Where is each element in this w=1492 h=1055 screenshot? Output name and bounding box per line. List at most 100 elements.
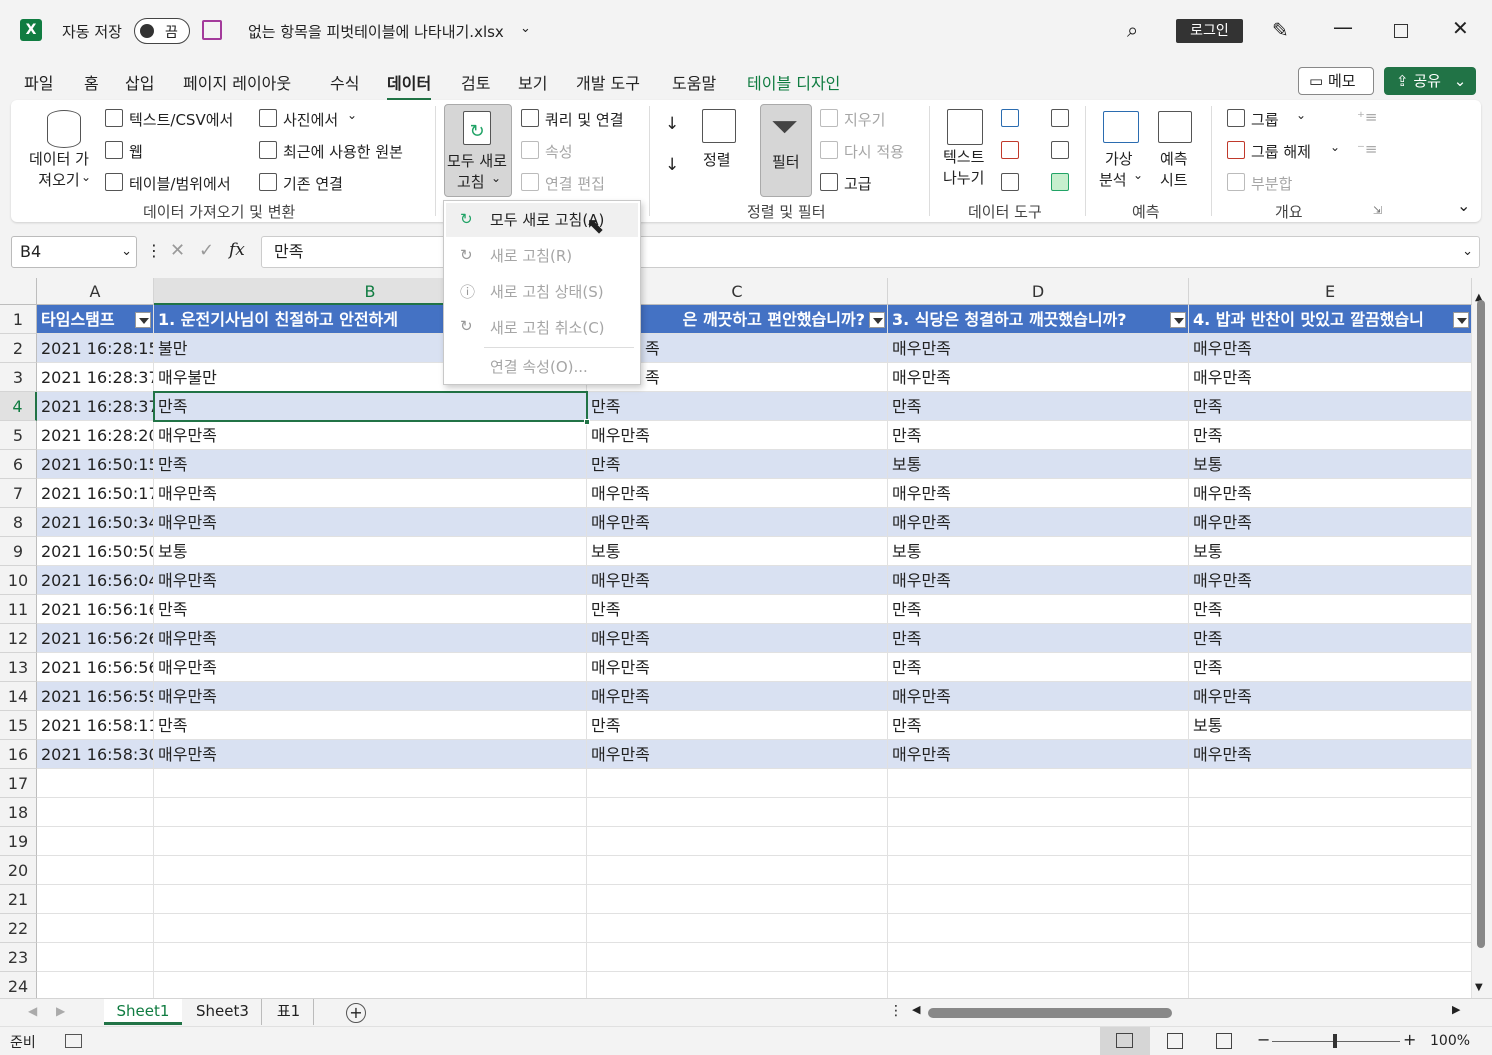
edit-links-button[interactable]: 연결 편집: [545, 173, 605, 194]
empty-cell[interactable]: [1189, 885, 1472, 914]
filter-dropdown-icon[interactable]: [1170, 312, 1186, 328]
table-cell[interactable]: 만족: [587, 450, 888, 479]
empty-cell[interactable]: [154, 943, 587, 972]
advanced-filter-button[interactable]: 고급: [844, 173, 872, 194]
empty-cell[interactable]: [1189, 827, 1472, 856]
empty-cell[interactable]: [587, 972, 888, 998]
empty-cell[interactable]: [888, 914, 1189, 943]
table-cell[interactable]: 매우만족: [587, 653, 888, 682]
empty-cell[interactable]: [587, 943, 888, 972]
autosave-toggle[interactable]: 끔: [134, 18, 190, 44]
table-cell[interactable]: 만족: [154, 450, 587, 479]
table-cell[interactable]: 매우만족: [154, 566, 587, 595]
table-cell[interactable]: 만족: [154, 711, 587, 740]
row-header[interactable]: 8: [0, 508, 37, 537]
table-header-cell[interactable]: 타임스탬프: [37, 305, 154, 334]
enter-icon[interactable]: ✓: [199, 240, 214, 261]
page-break-view-icon[interactable]: [1216, 1033, 1232, 1049]
table-cell[interactable]: 매우만족: [154, 479, 587, 508]
row-header[interactable]: 11: [0, 595, 37, 624]
table-header-cell[interactable]: 4. 밥과 반찬이 맛있고 깔끔했습니: [1189, 305, 1472, 334]
empty-cell[interactable]: [888, 798, 1189, 827]
table-cell[interactable]: 보통: [1189, 450, 1472, 479]
sort-descending-icon[interactable]: ↓: [665, 155, 679, 175]
empty-cell[interactable]: [587, 827, 888, 856]
table-cell[interactable]: 만족: [888, 392, 1189, 421]
empty-cell[interactable]: [37, 972, 154, 998]
table-cell[interactable]: 매우만족: [154, 624, 587, 653]
zoom-level[interactable]: 100%: [1430, 1033, 1470, 1049]
row-header[interactable]: 7: [0, 479, 37, 508]
row-header[interactable]: 3: [0, 363, 37, 392]
properties-button[interactable]: 속성: [545, 141, 573, 162]
table-cell[interactable]: 만족: [1189, 595, 1472, 624]
sheet-tab-table1[interactable]: 표1: [264, 999, 314, 1025]
table-cell[interactable]: 매우만족: [888, 682, 1189, 711]
table-cell[interactable]: 매우만족: [587, 624, 888, 653]
table-cell[interactable]: 보통: [1189, 537, 1472, 566]
empty-cell[interactable]: [1189, 798, 1472, 827]
table-cell[interactable]: 매우만족: [1189, 682, 1472, 711]
table-cell[interactable]: 만족: [1189, 392, 1472, 421]
sort-button[interactable]: 정렬: [703, 149, 731, 170]
table-cell[interactable]: 만족: [1189, 653, 1472, 682]
clear-filter-button[interactable]: 지우기: [844, 109, 885, 130]
empty-cell[interactable]: [154, 769, 587, 798]
tab-developer[interactable]: 개발 도구: [576, 70, 640, 94]
prev-sheet-icon[interactable]: ◀: [28, 1004, 37, 1018]
table-cell[interactable]: 2021 16:28:37: [37, 363, 154, 392]
row-header[interactable]: 10: [0, 566, 37, 595]
empty-cell[interactable]: [37, 856, 154, 885]
zoom-slider[interactable]: [1272, 1034, 1400, 1048]
forecast-sheet-button-2[interactable]: 시트: [1160, 169, 1188, 190]
sort-ascending-icon[interactable]: ↓: [665, 114, 679, 134]
table-cell[interactable]: 매우만족: [587, 566, 888, 595]
filter-button[interactable]: ⏷ 필터: [760, 104, 812, 197]
table-cell[interactable]: 2021 16:56:16: [37, 595, 154, 624]
file-name-chevron-icon[interactable]: ⌄: [520, 21, 531, 36]
table-cell[interactable]: 매우만족: [888, 566, 1189, 595]
tab-data[interactable]: 데이터: [387, 70, 432, 101]
table-cell[interactable]: 만족: [888, 711, 1189, 740]
pen-icon[interactable]: ✎: [1272, 18, 1289, 42]
empty-cell[interactable]: [37, 943, 154, 972]
what-if-button-2[interactable]: 분석: [1099, 169, 1127, 190]
table-cell[interactable]: 매우만족: [888, 363, 1189, 392]
table-cell[interactable]: 만족: [888, 595, 1189, 624]
zoom-in-icon[interactable]: +: [1403, 1030, 1416, 1049]
empty-cell[interactable]: [154, 914, 587, 943]
table-cell[interactable]: 매우만족: [888, 479, 1189, 508]
horizontal-scrollbar[interactable]: ◀ ▶: [910, 1003, 1468, 1023]
column-header-d[interactable]: D: [888, 278, 1189, 305]
row-header[interactable]: 22: [0, 914, 37, 943]
existing-connections-button[interactable]: 기존 연결: [283, 173, 343, 194]
empty-cell[interactable]: [888, 885, 1189, 914]
filter-dropdown-icon[interactable]: [869, 312, 885, 328]
empty-cell[interactable]: [1189, 856, 1472, 885]
menu-item-connection-properties[interactable]: 연결 속성(O)...: [490, 356, 588, 377]
table-cell[interactable]: 매우만족: [1189, 566, 1472, 595]
share-button[interactable]: ⇪ 공유 ⌄: [1384, 67, 1476, 95]
empty-cell[interactable]: [888, 856, 1189, 885]
tab-view[interactable]: 보기: [518, 70, 547, 94]
accessibility-icon[interactable]: [65, 1034, 82, 1048]
recent-sources-button[interactable]: 최근에 사용한 원본: [283, 141, 403, 162]
table-cell[interactable]: 보통: [1189, 711, 1472, 740]
table-cell[interactable]: 매우만족: [1189, 479, 1472, 508]
table-header-cell[interactable]: 3. 식당은 청결하고 깨끗했습니까?: [888, 305, 1189, 334]
table-cell[interactable]: 만족: [587, 711, 888, 740]
table-cell[interactable]: 매우만족: [587, 682, 888, 711]
sheet-tab-sheet1[interactable]: Sheet1: [104, 999, 182, 1025]
what-if-button[interactable]: 가상: [1105, 148, 1133, 169]
empty-cell[interactable]: [888, 943, 1189, 972]
table-cell[interactable]: 만족: [154, 595, 587, 624]
row-header[interactable]: 12: [0, 624, 37, 653]
table-cell[interactable]: 매우만족: [888, 508, 1189, 537]
table-cell[interactable]: 2021 16:28:15: [37, 334, 154, 363]
table-cell[interactable]: 매우만족: [587, 479, 888, 508]
page-layout-view-icon[interactable]: [1167, 1033, 1183, 1049]
empty-cell[interactable]: [1189, 914, 1472, 943]
empty-cell[interactable]: [37, 885, 154, 914]
get-data-button[interactable]: 데이터 가 져오기: [29, 149, 89, 191]
consolidate-icon[interactable]: [1051, 109, 1069, 127]
